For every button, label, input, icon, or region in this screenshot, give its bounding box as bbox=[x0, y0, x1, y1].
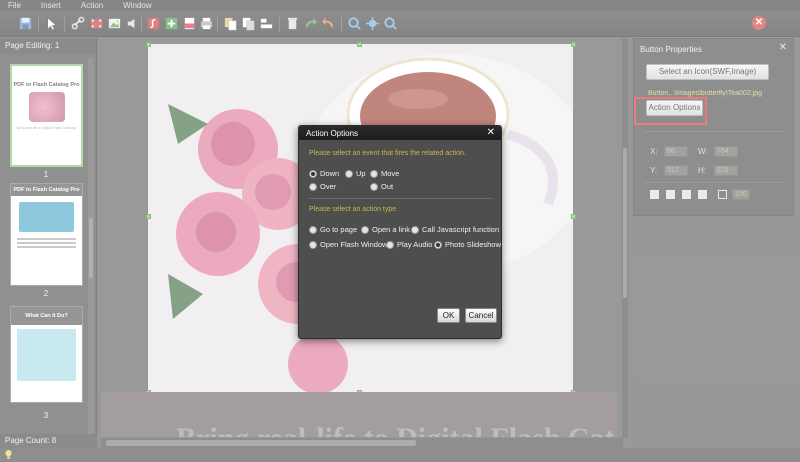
cancel-button[interactable]: Cancel bbox=[465, 308, 497, 323]
action-options-dialog: Action Options ✕ Please select an event … bbox=[298, 125, 502, 339]
action-radio-photo-slideshow[interactable]: Photo Slideshow bbox=[434, 240, 501, 249]
action-hint: Please select an action type. bbox=[309, 206, 399, 213]
action-radio-go-to-page[interactable]: Go to page bbox=[309, 225, 357, 234]
event-radio-out[interactable]: Out bbox=[370, 182, 393, 191]
event-radio-down[interactable]: Down bbox=[309, 169, 339, 178]
ok-button[interactable]: OK bbox=[437, 308, 460, 323]
action-radio-open-flash-window[interactable]: Open Flash Window bbox=[309, 240, 388, 249]
action-radio-play-audio[interactable]: Play Audio bbox=[386, 240, 432, 249]
dialog-title: Action Options bbox=[299, 126, 501, 140]
event-hint: Please select an event that fires the re… bbox=[309, 150, 466, 157]
action-radio-open-link[interactable]: Open a link bbox=[361, 225, 410, 234]
event-radio-up[interactable]: Up bbox=[345, 169, 366, 178]
action-radio-call-javascript[interactable]: Call Javascript function bbox=[411, 225, 499, 234]
event-radio-over[interactable]: Over bbox=[309, 182, 336, 191]
event-radio-move[interactable]: Move bbox=[370, 169, 399, 178]
close-icon[interactable]: ✕ bbox=[487, 127, 495, 138]
